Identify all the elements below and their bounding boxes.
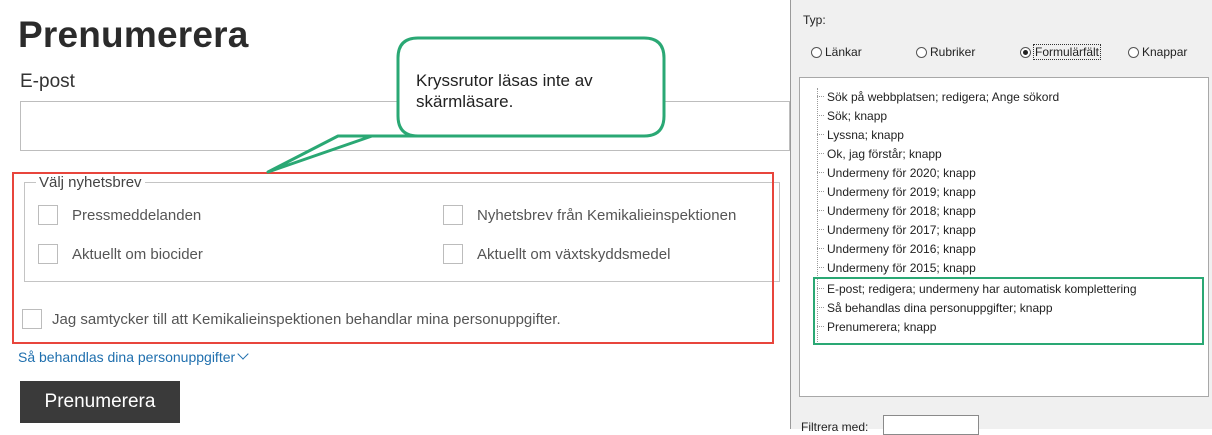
list-item[interactable]: Undermeny för 2018; knapp [817,201,976,220]
radio-circle[interactable] [811,46,822,58]
email-field[interactable] [20,101,790,151]
list-item-label: Undermeny för 2015; knapp [827,260,976,275]
tree-tick [817,267,824,268]
radio-knappar[interactable]: Knappar [1128,45,1187,59]
list-item-label: Undermeny för 2016; knapp [827,241,976,256]
list-item-label: Undermeny för 2017; knapp [827,222,976,237]
radio-circle[interactable] [1020,46,1031,58]
list-item-label: Sök på webbplatsen; redigera; Ange sökor… [827,89,1060,104]
list-item-label: Ok, jag förstår; knapp [827,146,942,161]
list-item[interactable]: Ok, jag förstår; knapp [817,144,942,163]
list-item[interactable]: Undermeny för 2019; knapp [817,182,976,201]
list-item[interactable]: Sök på webbplatsen; redigera; Ange sökor… [817,87,1059,106]
list-item-label: Undermeny för 2020; knapp [827,165,976,180]
tree-tick [817,248,824,249]
radio-lankar[interactable]: Länkar [811,45,862,59]
type-label: Typ: [803,13,826,27]
privacy-link-label: Så behandlas dina personuppgifter [18,349,236,365]
tree-tick [817,115,824,116]
list-item-label: Undermeny för 2018; knapp [827,203,976,218]
list-item[interactable]: Undermeny för 2017; knapp [817,220,976,239]
list-item[interactable]: Lyssna; knapp [817,125,904,144]
chevron-down-icon [237,348,249,360]
tree-tick [817,326,824,327]
tree-tick [817,96,824,97]
tree-tick [817,210,824,211]
list-item-label: Så behandlas dina personuppgifter; knapp [827,300,1053,315]
tree-tick [817,229,824,230]
filter-label: Filtrera med: [801,420,869,434]
list-item-label: Sök; knapp [827,108,888,123]
radio-circle[interactable] [916,46,927,58]
list-item-label: E-post; redigera; undermeny har automati… [827,281,1137,296]
tree-tick [817,191,824,192]
radio-label: Länkar [825,45,862,59]
list-item-label: Prenumerera; knapp [827,319,937,334]
list-item[interactable]: Undermeny för 2020; knapp [817,163,976,182]
list-item[interactable]: E-post; redigera; undermeny har automati… [817,279,1137,298]
radio-label: Knappar [1142,45,1188,59]
signup-form: Prenumerera E-post Välj nyhetsbrev Press… [0,0,790,429]
privacy-link[interactable]: Så behandlas dina personuppgifter [18,348,249,365]
tree-tick [817,153,824,154]
tree-tick [817,134,824,135]
list-item[interactable]: Så behandlas dina personuppgifter; knapp [817,298,1053,317]
list-item-label: Undermeny för 2019; knapp [827,184,976,199]
radio-circle[interactable] [1128,46,1139,58]
list-item[interactable]: Sök; knapp [817,106,887,125]
tree-tick [817,172,824,173]
tree-tick [817,307,824,308]
list-item[interactable]: Undermeny för 2016; knapp [817,239,976,258]
elements-list[interactable]: Sök på webbplatsen; redigera; Ange sökor… [799,77,1209,397]
list-item[interactable]: Undermeny för 2015; knapp [817,258,976,277]
list-item-label: Lyssna; knapp [827,127,904,142]
bubble-text: Kryssrutor läsas inte av skärmläsare. [416,71,593,111]
email-label: E-post [20,71,75,92]
subscribe-button[interactable]: Prenumerera [20,381,180,423]
filter-input[interactable] [883,415,979,435]
radio-rubriker[interactable]: Rubriker [916,45,975,59]
radio-label: Formulärfält [1032,44,1102,60]
radio-label: Rubriker [930,45,976,59]
radio-formularfalt[interactable]: Formulärfält [1020,44,1102,60]
elements-list-dialog: Typ: Länkar Rubriker Formulärfält Knappa… [790,0,1212,435]
annotation-red-box [12,172,774,344]
page-title: Prenumerera [18,14,249,55]
list-item[interactable]: Prenumerera; knapp [817,317,936,336]
tree-tick [817,288,824,289]
